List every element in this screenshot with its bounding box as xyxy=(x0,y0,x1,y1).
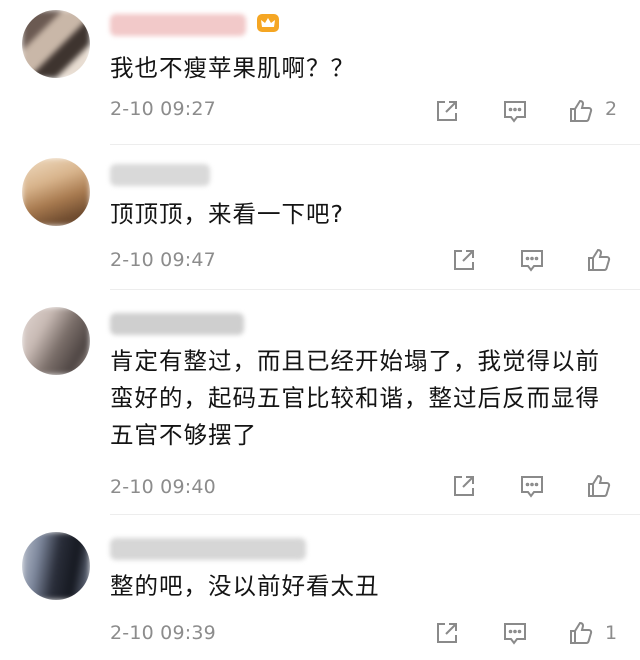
like-button[interactable] xyxy=(584,245,614,275)
reply-button[interactable] xyxy=(500,618,530,648)
comment-icon xyxy=(521,476,543,498)
thumbs-up-icon xyxy=(570,621,593,644)
thumbs-up-icon xyxy=(570,99,593,122)
share-button[interactable] xyxy=(432,96,462,126)
comment-icon xyxy=(504,101,526,123)
share-icon xyxy=(454,476,474,496)
comment-time: 2-10 09:40 xyxy=(110,476,216,498)
comment-text: 顶顶顶，来看一下吧? xyxy=(110,200,344,228)
share-icon xyxy=(437,623,457,643)
like-button[interactable] xyxy=(566,96,596,126)
divider xyxy=(110,514,640,515)
thumbs-up-icon xyxy=(588,474,611,497)
comment-item: 肯定有整过，而且已经开始塌了，我觉得以前蛮好的，起码五官比较和谐，整过后反而显得… xyxy=(0,295,640,515)
username-blurred[interactable] xyxy=(110,14,246,36)
comment-time: 2-10 09:39 xyxy=(110,622,216,644)
comment-time: 2-10 09:27 xyxy=(110,98,216,120)
share-button[interactable] xyxy=(449,471,479,501)
comment-item: 我也不瘦苹果肌啊？？ 2-10 09:27 2 xyxy=(0,0,640,150)
share-icon xyxy=(454,250,474,270)
like-count: 1 xyxy=(605,622,618,644)
username-blurred[interactable] xyxy=(110,538,306,560)
reply-button[interactable] xyxy=(517,471,547,501)
comment-text: 我也不瘦苹果肌啊？？ xyxy=(110,54,355,82)
comment-text: 肯定有整过，而且已经开始塌了，我觉得以前蛮好的，起码五官比较和谐，整过后反而显得… xyxy=(110,347,600,449)
comment-icon xyxy=(504,623,526,645)
divider xyxy=(110,289,640,290)
avatar[interactable] xyxy=(22,10,90,78)
avatar[interactable] xyxy=(22,532,90,600)
reply-button[interactable] xyxy=(517,245,547,275)
share-button[interactable] xyxy=(449,245,479,275)
comment-item: 整的吧，没以前好看太丑 2-10 09:39 1 xyxy=(0,520,640,660)
comment-text: 整的吧，没以前好看太丑 xyxy=(110,572,380,600)
like-count: 2 xyxy=(605,98,618,120)
share-icon xyxy=(437,101,457,121)
username-blurred[interactable] xyxy=(110,313,244,335)
avatar[interactable] xyxy=(22,307,90,375)
comment-time: 2-10 09:47 xyxy=(110,249,216,271)
comment-item: 顶顶顶，来看一下吧? 2-10 09:47 xyxy=(0,150,640,290)
avatar[interactable] xyxy=(22,158,90,226)
username-blurred[interactable] xyxy=(110,164,210,186)
thumbs-up-icon xyxy=(588,248,611,271)
crown-icon xyxy=(256,12,280,34)
divider xyxy=(110,144,640,145)
comment-icon xyxy=(521,250,543,272)
reply-button[interactable] xyxy=(500,96,530,126)
share-button[interactable] xyxy=(432,618,462,648)
like-button[interactable] xyxy=(584,471,614,501)
like-button[interactable] xyxy=(566,618,596,648)
